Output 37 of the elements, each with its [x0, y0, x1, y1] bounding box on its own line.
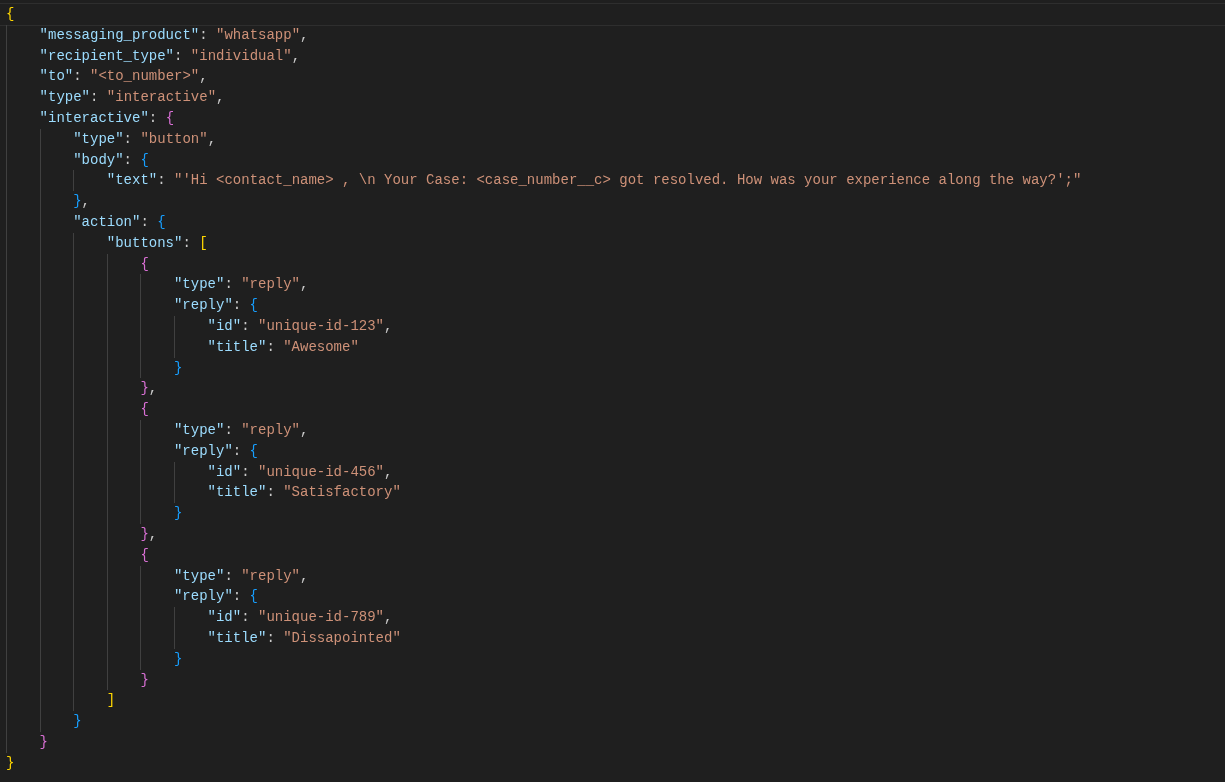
code-line: "reply": {	[173, 587, 258, 607]
code-line: "title": "Awesome"	[207, 337, 359, 357]
code-line: "interactive": {	[39, 109, 175, 128]
code-line: },	[73, 192, 90, 212]
code-line: }	[173, 358, 183, 378]
code-line: "reply": {	[173, 441, 258, 461]
code-line: "buttons": [	[106, 233, 208, 253]
code-line: "type": "reply",	[173, 420, 309, 440]
code-line: {	[6, 5, 15, 24]
code-line: }	[173, 649, 183, 669]
code-line: "title": "Dissapointed"	[207, 628, 401, 648]
code-line: "id": "unique-id-456",	[207, 462, 393, 482]
code-line: "text": "'Hi <contact_name> , \n Your Case: <case_number__c> got resolved. How was your experience along the way?';"	[106, 171, 1082, 191]
code-line: }	[6, 753, 15, 773]
code-line: "type": "button",	[73, 129, 217, 149]
code-line: }	[39, 732, 48, 752]
code-line: "type": "reply",	[173, 566, 309, 586]
code-line: },	[140, 379, 158, 399]
code-line: },	[140, 524, 158, 544]
code-line: ]	[106, 691, 116, 711]
code-line: "id": "unique-id-123",	[207, 316, 393, 336]
code-line: }	[73, 712, 82, 732]
code-line: "action": {	[73, 212, 166, 232]
code-line: "type": "interactive",	[39, 88, 225, 108]
code-line: {	[140, 545, 149, 565]
code-line: "reply": {	[173, 296, 258, 316]
code-line: "id": "unique-id-789",	[207, 608, 393, 628]
code-line: "type": "reply",	[173, 275, 309, 295]
code-line: {	[140, 254, 149, 274]
code-line: "messaging_product": "whatsapp",	[39, 25, 309, 45]
code-line: "to": "<to_number>",	[39, 67, 208, 87]
code-line: "title": "Satisfactory"	[207, 483, 401, 503]
code-line: }	[140, 670, 149, 690]
code-line: {	[140, 400, 149, 420]
code-line: "recipient_type": "individual",	[39, 46, 301, 66]
code-line: "body": {	[73, 150, 149, 170]
code-line: }	[173, 504, 183, 524]
